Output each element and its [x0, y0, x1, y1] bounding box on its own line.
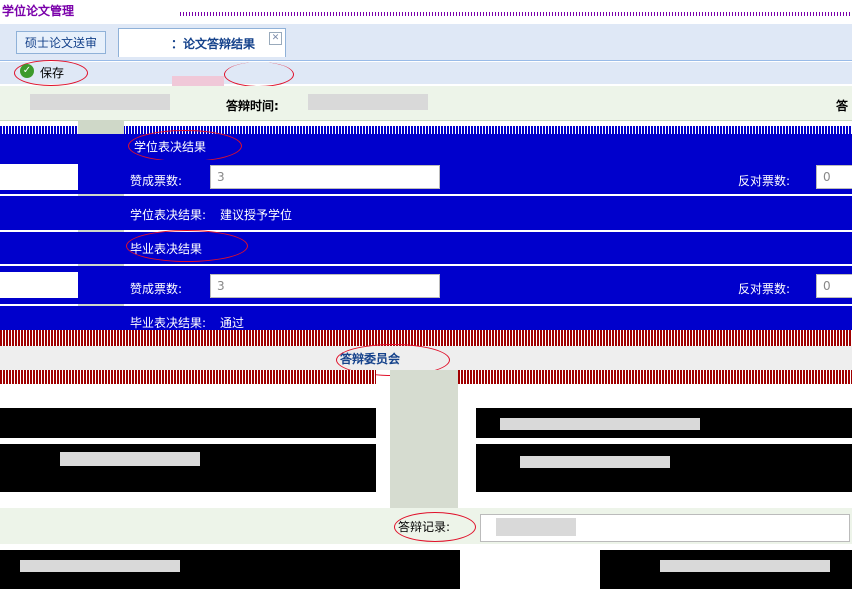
tab-defense-result-label: ：论文答辩结果 [171, 37, 256, 51]
close-icon[interactable]: ✕ [269, 32, 282, 45]
pattern-band-top [0, 126, 852, 134]
graduation-result-label: 毕业表决结果: [130, 316, 207, 330]
degree-against-value: 0 [823, 170, 831, 184]
toolbar [0, 62, 852, 84]
degree-result-value: 建议授予学位 [220, 208, 293, 222]
cancel-highlight [224, 62, 294, 87]
degree-result-row [0, 196, 852, 230]
graduation-result-row [0, 306, 852, 330]
header-pattern [180, 12, 852, 16]
save-button[interactable]: 保存 [40, 64, 64, 81]
degree-against-label: 反对票数: [738, 174, 791, 188]
defense-time-value [308, 94, 428, 110]
degree-section-highlight [128, 130, 242, 162]
committee-member-2 [500, 418, 700, 430]
pattern-band-right [458, 370, 852, 384]
committee-member-1 [60, 452, 200, 466]
tab-defense-result[interactable]: ：论文答辩结果 ✕ [118, 28, 286, 57]
graduation-section-highlight [126, 230, 248, 262]
degree-votes-input[interactable]: 3 [210, 165, 440, 189]
footer-text-1 [20, 560, 180, 572]
tab-thesis-review[interactable]: 硕士论文送审 [16, 31, 107, 54]
degree-votes-left-cell [0, 164, 78, 190]
graduation-against-input[interactable]: 0 [816, 274, 852, 298]
defense-record-highlight [394, 512, 476, 542]
committee-row-1-left [0, 408, 376, 438]
committee-row-2-right [476, 444, 852, 492]
defense-time-label: 答辩时间: [226, 99, 279, 113]
graduation-votes-label: 赞成票数: [130, 282, 183, 296]
graduation-votes-left-cell [0, 272, 78, 298]
graduation-votes-input[interactable]: 3 [210, 274, 440, 298]
degree-votes-label: 赞成票数: [130, 174, 183, 188]
pattern-band-left [0, 370, 376, 384]
defense-location-label: 答 [836, 99, 849, 113]
graduation-against-label: 反对票数: [738, 282, 791, 296]
pattern-band-mid [0, 330, 852, 346]
degree-result-label: 学位表决结果: [130, 208, 207, 222]
graduation-against-value: 0 [823, 279, 831, 293]
degree-against-input[interactable]: 0 [816, 165, 852, 189]
graduation-result-value: 通过 [220, 316, 245, 330]
graduation-votes-value: 3 [217, 279, 225, 293]
defense-record-text [496, 518, 576, 536]
committee-member-3 [520, 456, 670, 468]
student-name-field [30, 94, 170, 110]
committee-center-column [390, 370, 458, 520]
degree-votes-value: 3 [217, 170, 225, 184]
footer-text-2 [660, 560, 830, 572]
save-icon: ✓ [20, 64, 34, 78]
app-title: 学位论文管理 [2, 4, 75, 18]
